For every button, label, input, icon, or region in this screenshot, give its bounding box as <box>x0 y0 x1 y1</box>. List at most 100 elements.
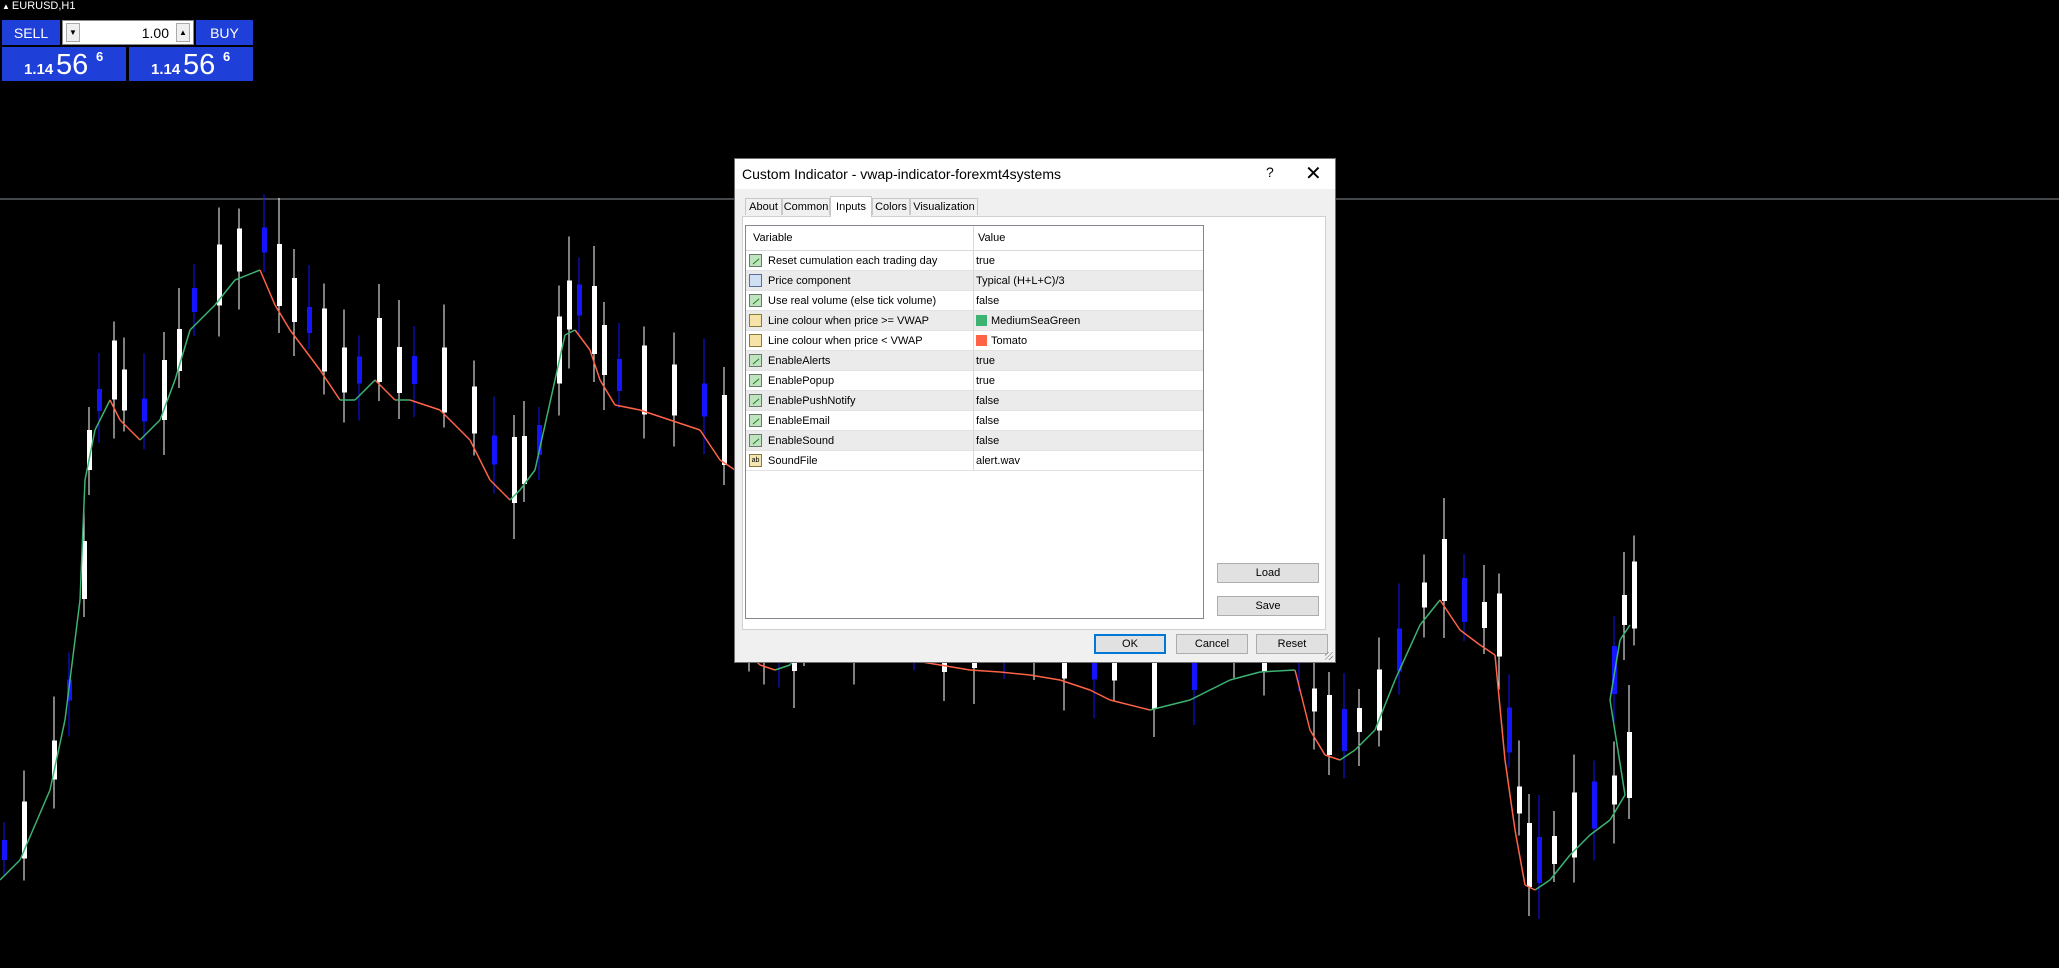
candle-body <box>567 280 572 330</box>
candle-body <box>1537 837 1542 883</box>
sell-price-fraction: 6 <box>96 49 104 64</box>
table-row[interactable]: EnablePopup true <box>746 371 1203 391</box>
sell-price-quote[interactable]: 1.14 56 6 <box>2 47 126 81</box>
lot-size-field[interactable]: ▼ 1.00 ▲ <box>62 20 194 45</box>
candle-body <box>1442 539 1447 601</box>
bool-icon <box>749 354 762 367</box>
table-row[interactable]: EnablePushNotify false <box>746 391 1203 411</box>
variable-value[interactable]: false <box>976 435 999 447</box>
vwap-line-segment <box>1089 689 1111 701</box>
candle-body <box>722 395 727 465</box>
table-row[interactable]: Price component Typical (H+L+C)/3 <box>746 271 1203 291</box>
candle-body <box>1422 582 1427 608</box>
candle-body <box>1517 786 1522 814</box>
column-divider[interactable] <box>973 226 974 250</box>
load-button[interactable]: Load <box>1217 563 1319 583</box>
symbol-label: ▲ EURUSD,H1 <box>2 0 76 12</box>
sell-price-pips: 56 <box>56 49 89 81</box>
enum-icon <box>749 274 762 287</box>
variable-value[interactable]: true <box>976 255 995 267</box>
sell-button[interactable]: SELL <box>2 20 60 45</box>
tab-common[interactable]: Common <box>782 198 830 215</box>
bool-icon <box>749 254 762 267</box>
bool-icon <box>749 434 762 447</box>
vwap-line-segment <box>274 304 291 331</box>
tab-colors[interactable]: Colors <box>872 198 910 215</box>
value-text: false <box>976 395 1000 407</box>
lot-increase-icon[interactable]: ▲ <box>176 23 190 42</box>
candle-body <box>112 340 117 400</box>
table-row[interactable]: Reset cumulation each trading day true <box>746 251 1203 271</box>
buy-button[interactable]: BUY <box>196 20 253 45</box>
candle-body <box>292 278 297 322</box>
vwap-line-segment <box>1354 729 1376 751</box>
variable-value[interactable]: Typical (H+L+C)/3 <box>976 275 1065 287</box>
variable-value[interactable]: alert.wav <box>976 455 1020 467</box>
column-divider <box>973 331 974 351</box>
tab-about[interactable]: About <box>745 198 782 215</box>
candle-body <box>492 435 497 465</box>
table-row[interactable]: ab SoundFile alert.wav <box>746 451 1203 471</box>
buy-price-quote[interactable]: 1.14 56 6 <box>129 47 253 81</box>
variable-value[interactable]: true <box>976 375 995 387</box>
candle-body <box>1327 695 1332 755</box>
variable-name: EnableEmail <box>768 415 830 427</box>
candle-body <box>397 347 402 393</box>
candle-body <box>1342 709 1347 751</box>
ok-button[interactable]: OK <box>1094 634 1166 654</box>
variable-name: Reset cumulation each trading day <box>768 255 938 267</box>
color-swatch <box>976 335 987 346</box>
vwap-line-segment <box>374 379 396 401</box>
vwap-line-segment <box>289 329 306 351</box>
vwap-line-segment <box>489 479 511 501</box>
column-value[interactable]: Value <box>978 232 1005 244</box>
variable-value[interactable]: false <box>976 395 999 407</box>
help-icon[interactable]: ? <box>1266 164 1274 180</box>
vwap-line-segment <box>1339 749 1356 761</box>
lot-size-value[interactable]: 1.00 <box>142 25 169 41</box>
value-text: MediumSeaGreen <box>991 315 1081 327</box>
candle-body <box>522 436 527 484</box>
variable-name: Line colour when price < VWAP <box>768 335 923 347</box>
collapse-triangle-icon[interactable]: ▲ <box>2 2 10 11</box>
vwap-line-segment <box>0 859 21 881</box>
candle-body <box>592 286 597 354</box>
symbol-text: EURUSD,H1 <box>11 0 76 12</box>
reset-button[interactable]: Reset <box>1256 634 1328 654</box>
resize-grip-icon[interactable] <box>1325 652 1333 660</box>
table-row[interactable]: Use real volume (else tick volume) false <box>746 291 1203 311</box>
column-divider <box>973 391 974 411</box>
table-row[interactable]: Line colour when price < VWAP Tomato <box>746 331 1203 351</box>
variable-value[interactable]: true <box>976 355 995 367</box>
candle-body <box>142 398 147 422</box>
column-variable[interactable]: Variable <box>753 232 793 244</box>
candle-body <box>342 347 347 393</box>
save-button[interactable]: Save <box>1217 596 1319 616</box>
tab-inputs[interactable]: Inputs <box>830 196 872 217</box>
table-row[interactable]: Line colour when price >= VWAP MediumSeaG… <box>746 311 1203 331</box>
table-row[interactable]: EnableEmail false <box>746 411 1203 431</box>
candle-body <box>262 227 267 253</box>
sell-price-prefix: 1.14 <box>24 61 54 78</box>
vwap-line-segment <box>1439 599 1461 631</box>
tab-visualization[interactable]: Visualization <box>910 198 978 215</box>
variable-value[interactable]: false <box>976 415 999 427</box>
candle-body <box>642 345 647 415</box>
candle-body <box>442 347 447 413</box>
variable-value[interactable]: MediumSeaGreen <box>976 315 1080 327</box>
cancel-button[interactable]: Cancel <box>1176 634 1248 654</box>
vwap-line-segment <box>119 419 141 441</box>
vwap-line-segment <box>599 379 616 406</box>
lot-decrease-icon[interactable]: ▼ <box>66 23 80 42</box>
table-row[interactable]: EnableAlerts true <box>746 351 1203 371</box>
dialog-titlebar[interactable]: Custom Indicator - vwap-indicator-forexm… <box>735 159 1335 189</box>
candle-body <box>1527 823 1532 887</box>
vwap-line-segment <box>259 269 276 306</box>
variable-value[interactable]: false <box>976 295 999 307</box>
candle-body <box>672 364 677 416</box>
inputs-table[interactable]: Variable Value Reset cumulation each tra… <box>745 225 1204 619</box>
close-icon[interactable]: ✕ <box>1305 161 1322 186</box>
table-row[interactable]: EnableSound false <box>746 431 1203 451</box>
candle-body <box>1622 595 1627 625</box>
variable-value[interactable]: Tomato <box>976 335 1027 347</box>
